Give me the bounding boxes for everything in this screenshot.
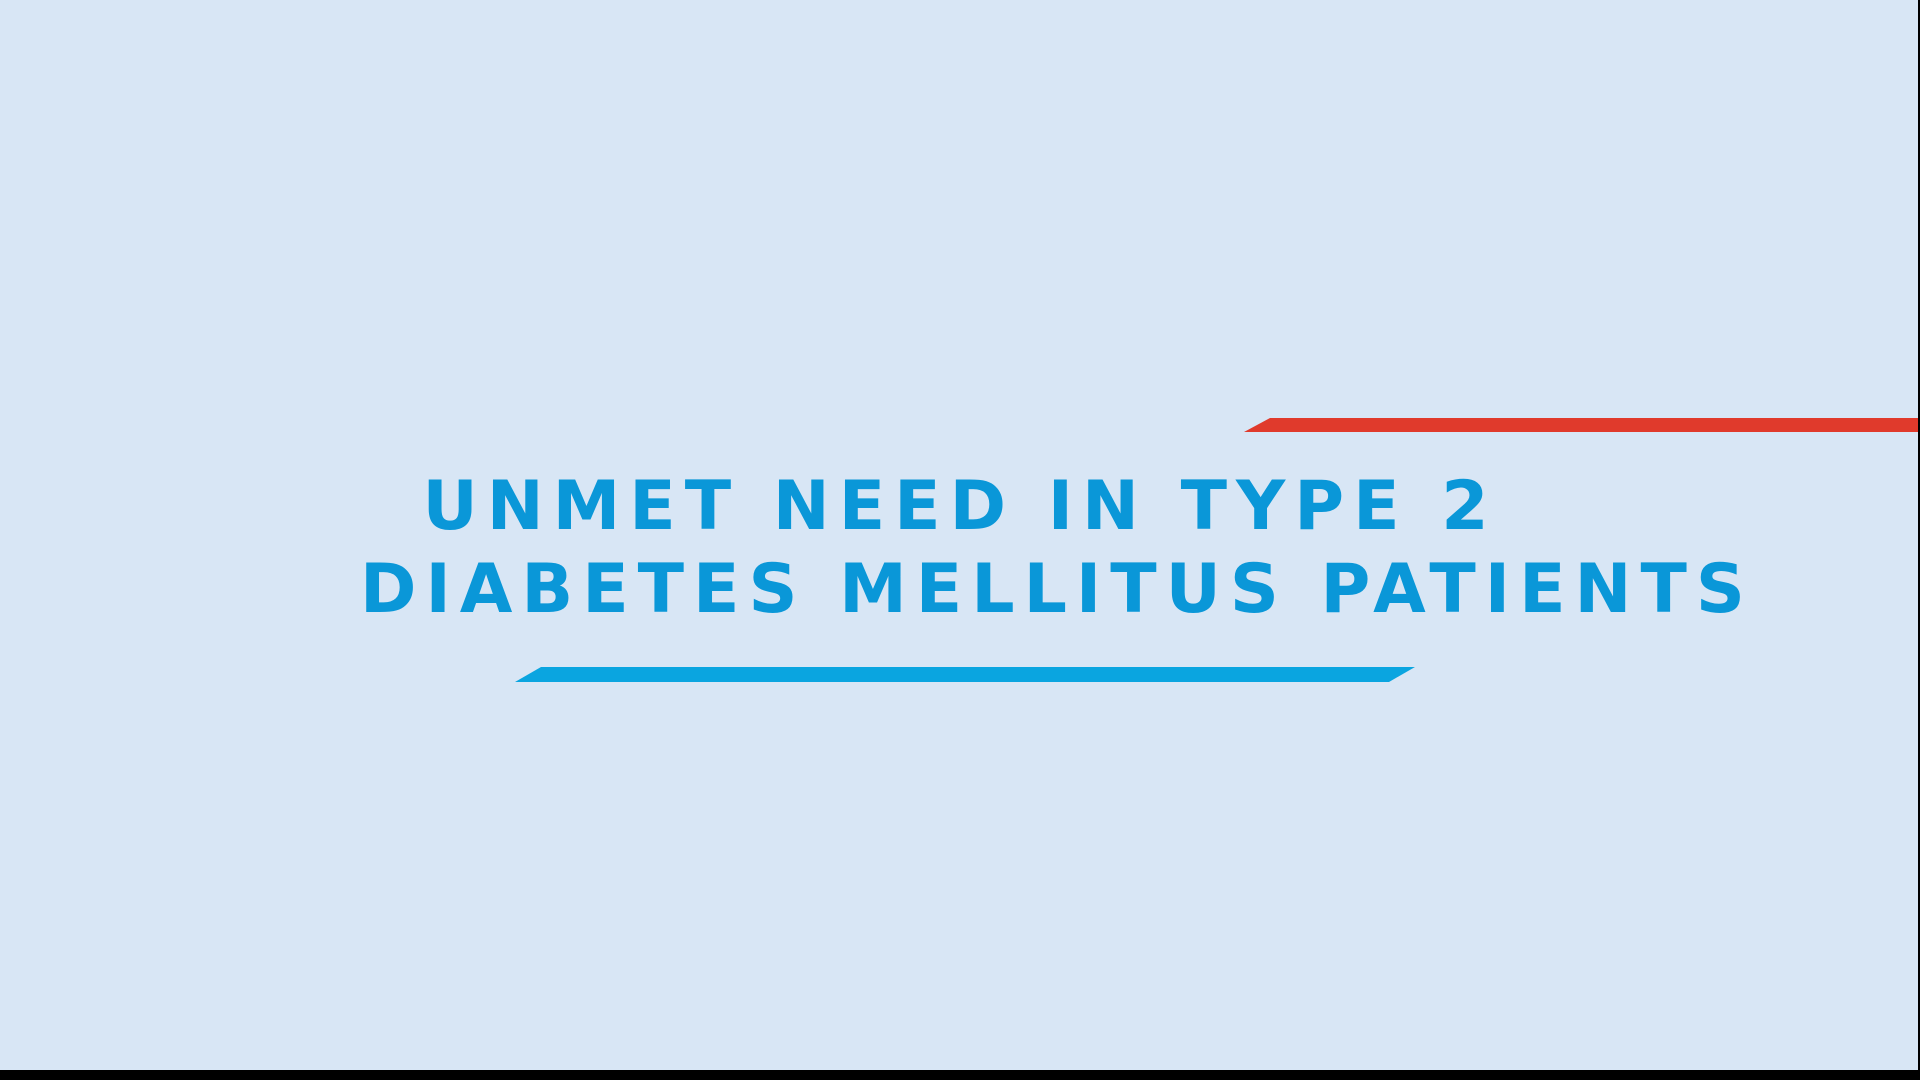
slide-title-line-1: UNMET NEED IN TYPE 2	[422, 467, 1498, 546]
slide-canvas: UNMET NEED IN TYPE 2 DIABETES MELLITUS P…	[0, 0, 1920, 1070]
slide-title-line-2: DIABETES MELLITUS PATIENTS	[360, 550, 1754, 629]
bottom-letterbox-bar	[0, 1070, 1920, 1080]
red-accent-line	[1244, 418, 1920, 432]
slide-title: UNMET NEED IN TYPE 2 DIABETES MELLITUS P…	[360, 465, 1754, 631]
blue-underline	[515, 667, 1415, 682]
